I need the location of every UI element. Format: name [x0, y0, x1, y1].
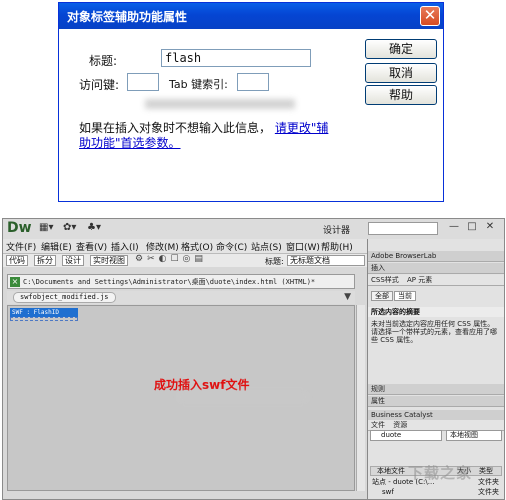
panel-browserlab[interactable]: Adobe BrowserLab	[368, 251, 504, 262]
info-text: 如果在插入对象时不想输入此信息，	[79, 121, 272, 135]
document-toolbar: 代码 拆分 设计 实时视图 ⚙✂◐☐◎▤ 标题: 无标题文档	[3, 253, 367, 267]
document-path: C:\Documents and Settings\Administrator\…	[23, 278, 316, 286]
menu-format[interactable]: 格式(O)	[181, 240, 213, 253]
blurred-watermark	[178, 392, 308, 402]
title-label: 标题:	[89, 54, 118, 68]
split-view-button[interactable]: 拆分	[34, 255, 56, 266]
document-tab[interactable]: × C:\Documents and Settings\Administrato…	[7, 274, 355, 289]
doc-title-input[interactable]: 无标题文档	[287, 255, 365, 266]
tab-all[interactable]: 全部	[371, 291, 393, 301]
close-window-icon[interactable]: ✕	[483, 221, 497, 234]
header-type[interactable]: 类型	[479, 467, 493, 476]
tab-index-label: Tab 键索引:	[169, 78, 228, 91]
live-view-button[interactable]: 实时视图	[90, 255, 128, 266]
row-type: 文件夹	[478, 488, 499, 496]
right-panels: Adobe BrowserLab 插入 CSS样式 AP 元素 全部 当前 所选…	[367, 239, 504, 499]
site-icon[interactable]: ♣▾	[87, 222, 101, 233]
tab-index-input[interactable]	[237, 73, 269, 91]
watermark: 下载之家	[408, 464, 473, 482]
tab-current[interactable]: 当前	[394, 291, 416, 301]
related-files-bar: swfobject_modified.js ▼	[7, 291, 355, 304]
panel-insert[interactable]: 插入	[368, 263, 504, 274]
maximize-icon[interactable]: □	[465, 221, 479, 234]
code-view-button[interactable]: 代码	[6, 255, 28, 266]
menu-bar: 文件(F) 编辑(E) 查看(V) 插入(I) 修改(M) 格式(O) 命令(C…	[3, 239, 367, 253]
close-document-icon[interactable]: ×	[10, 277, 20, 287]
menu-edit[interactable]: 编辑(E)	[41, 240, 72, 253]
app-bar: Dw ▦▾ ✿▾ ♣▾ 设计器 — □ ✕	[3, 219, 504, 239]
swf-object-tag[interactable]: SWF : FlashID	[10, 308, 78, 317]
selection-description: 未对当前选定内容应用任何 CSS 属性。请选择一个带样式的元素，查看应用了哪些 …	[371, 320, 497, 344]
toolbar-icons[interactable]: ⚙✂◐☐◎▤	[135, 254, 207, 264]
menu-help[interactable]: 帮助(H)	[321, 240, 353, 253]
rules-heading[interactable]: 规则	[368, 384, 504, 395]
dialog-body: 标题: flash 访问键: Tab 键索引: 如果在插入对象时不想输入此信息，…	[59, 29, 443, 201]
menu-insert[interactable]: 插入(I)	[111, 240, 139, 253]
help-button[interactable]: 帮助	[365, 85, 437, 105]
ok-button[interactable]: 确定	[365, 39, 437, 59]
swf-placeholder[interactable]	[10, 317, 78, 321]
filter-icon[interactable]: ▼	[344, 292, 351, 302]
row-name: swf	[382, 488, 394, 496]
dialog-info: 如果在插入对象时不想输入此信息， 请更改"辅助功能"首选参数。	[79, 121, 339, 151]
close-icon[interactable]: ✕	[420, 6, 440, 26]
table-row[interactable]: swf 文件夹	[370, 487, 502, 497]
menu-file[interactable]: 文件(F)	[6, 240, 36, 253]
doc-title-label: 标题:	[265, 257, 284, 266]
tab-assets[interactable]: 资源	[393, 421, 407, 429]
related-file-swfobject[interactable]: swfobject_modified.js	[13, 292, 116, 303]
menu-modify[interactable]: 修改(M)	[146, 240, 179, 253]
dreamweaver-window: Dw ▦▾ ✿▾ ♣▾ 设计器 — □ ✕ 文件(F) 编辑(E) 查看(V) …	[2, 218, 505, 500]
header-local-files[interactable]: 本地文件	[377, 467, 405, 476]
site-selector-row: duote 本地视图	[370, 430, 502, 442]
menu-site[interactable]: 站点(S)	[251, 240, 282, 253]
dialog-titlebar[interactable]: 对象标签辅助功能属性 ✕	[59, 3, 443, 29]
minimize-icon[interactable]: —	[447, 221, 461, 234]
tab-ap-elements[interactable]: AP 元素	[407, 276, 432, 284]
workspace-switcher[interactable]: 设计器	[323, 223, 350, 236]
success-message: 成功插入swf文件	[154, 378, 250, 392]
site-folder-select[interactable]: duote	[370, 430, 442, 441]
title-input[interactable]: flash	[161, 49, 311, 67]
row-type: 文件夹	[478, 478, 499, 486]
properties-heading[interactable]: 属性	[368, 396, 504, 407]
access-key-label: 访问键:	[79, 78, 120, 92]
tab-css-styles[interactable]: CSS样式	[371, 276, 399, 284]
tab-files[interactable]: 文件	[371, 421, 385, 429]
design-view-button[interactable]: 设计	[62, 255, 84, 266]
search-input[interactable]	[368, 222, 438, 235]
blurred-watermark	[145, 99, 295, 109]
dialog-title: 对象标签辅助功能属性	[67, 10, 188, 24]
css-tab-bar: CSS样式 AP 元素	[368, 275, 504, 286]
cancel-button[interactable]: 取消	[365, 63, 437, 83]
view-mode-select[interactable]: 本地视图	[446, 430, 502, 441]
menu-view[interactable]: 查看(V)	[76, 240, 107, 253]
extend-icon[interactable]: ✿▾	[63, 222, 76, 233]
layout-icon[interactable]: ▦▾	[39, 222, 53, 233]
design-view-canvas[interactable]: SWF : FlashID 成功插入swf文件	[7, 305, 355, 491]
menu-window[interactable]: 窗口(W)	[286, 240, 320, 253]
vertical-scrollbar[interactable]	[356, 305, 365, 491]
access-key-input[interactable]	[127, 73, 159, 91]
menu-command[interactable]: 命令(C)	[216, 240, 247, 253]
dw-logo: Dw	[7, 220, 32, 236]
accessibility-dialog: 对象标签辅助功能属性 ✕ 标题: flash 访问键: Tab 键索引: 如果在…	[58, 2, 444, 202]
selection-summary-heading: 所选内容的摘要	[368, 307, 504, 317]
